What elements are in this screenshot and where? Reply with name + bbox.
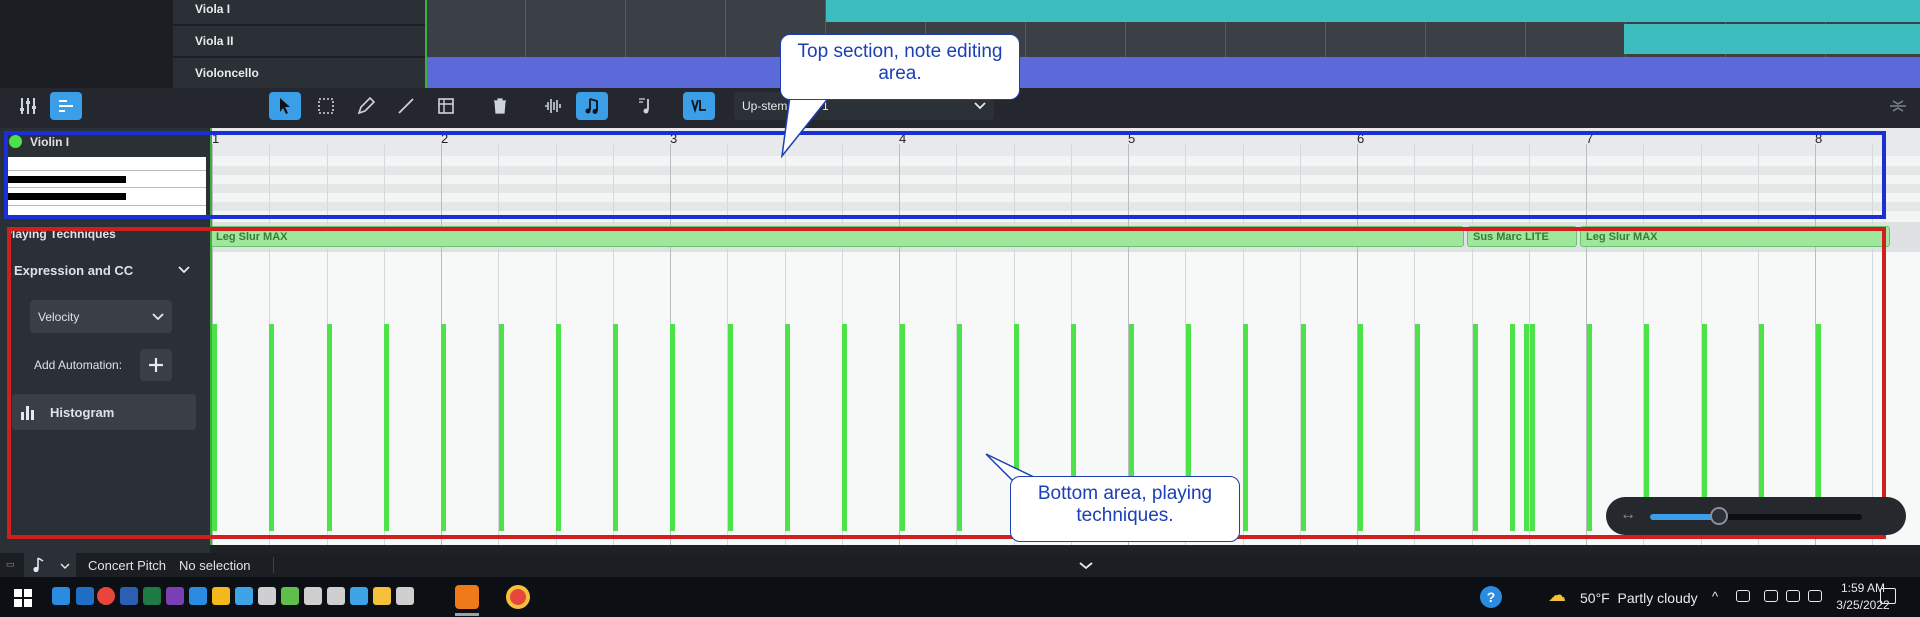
taskbar-app-icon-1[interactable] (52, 587, 70, 605)
notification-icon[interactable] (1880, 588, 1896, 604)
status-bar: ▭ Concert Pitch No selection (0, 553, 1920, 577)
note-area-highlight (4, 131, 1886, 219)
mixer-icon (20, 98, 36, 114)
select-tool-button[interactable] (269, 92, 301, 120)
track-timeline[interactable] (425, 0, 1920, 88)
range-icon (438, 98, 454, 114)
chevron-down-icon[interactable] (1078, 560, 1094, 570)
taskbar-dorico-active-indicator (455, 613, 479, 616)
taskbar-explorer-icon[interactable] (373, 587, 391, 605)
status-mode-icon: ▭ (6, 559, 15, 569)
track-name-violoncello[interactable]: Violoncello (173, 58, 425, 88)
taskbar-app-icon-3[interactable] (281, 587, 299, 605)
zoom-control: ↔ (1606, 497, 1906, 535)
pencil-icon (357, 96, 376, 115)
note-input-icon (639, 98, 649, 114)
taskbar-onedrive-icon[interactable] (189, 587, 207, 605)
clip-viola-1[interactable] (826, 0, 1920, 22)
track-name-viola-1[interactable]: Viola I (173, 0, 425, 24)
note-view-button[interactable] (576, 92, 608, 120)
note-icon (33, 557, 44, 573)
track-overview-gutter (0, 0, 173, 88)
taskbar-app-icon-2[interactable] (258, 587, 276, 605)
tray-chevron-icon[interactable]: ^ (1712, 589, 1718, 604)
taskbar-onenote-icon[interactable] (166, 587, 184, 605)
top-callout: Top section, note editing area. (780, 34, 1020, 100)
taskbar-drive-icon[interactable] (212, 587, 230, 605)
taskbar-outlook-icon[interactable] (76, 587, 94, 605)
taskbar-cloud-icon[interactable] (235, 587, 253, 605)
expand-panel-button[interactable] (1886, 96, 1910, 116)
chevron-down-icon (974, 102, 986, 110)
line-icon (398, 98, 414, 114)
tray-wifi-icon[interactable] (1786, 590, 1800, 602)
marquee-icon (318, 98, 334, 114)
selection-status: No selection (179, 558, 251, 573)
tray-volume-icon[interactable] (1808, 590, 1822, 602)
tray-cloud-icon[interactable] (1736, 590, 1750, 602)
tray-network-icon[interactable] (1764, 590, 1778, 602)
zoom-horizontal-icon: ↔ (1620, 506, 1636, 523)
voice-select-label: Up-stem voice 1 (742, 99, 829, 113)
taskbar-dorico-icon[interactable] (455, 585, 479, 609)
bottom-callout: Bottom area, playing techniques. (1010, 476, 1240, 542)
waveform-icon (545, 99, 561, 113)
range-tool-button[interactable] (430, 92, 462, 120)
taskbar-app-icon-4[interactable] (304, 587, 322, 605)
track-playhead (425, 0, 427, 88)
violin-technique-icon (691, 99, 706, 114)
editor-icon (59, 100, 73, 112)
windows-start-icon[interactable] (14, 589, 32, 607)
help-icon[interactable]: ? (1480, 586, 1502, 608)
marquee-tool-button[interactable] (310, 92, 342, 120)
weather-text[interactable]: 50°F Partly cloudy (1580, 590, 1698, 606)
taskbar-app-icon-6[interactable] (350, 587, 368, 605)
note-input-toggle[interactable] (24, 553, 76, 577)
note-input-button[interactable] (630, 92, 662, 120)
line-tool-button[interactable] (390, 92, 422, 120)
collapse-icon (1890, 100, 1906, 112)
violin-technique-button[interactable] (683, 92, 715, 120)
concert-pitch-status[interactable]: Concert Pitch (88, 558, 166, 573)
taskbar-chrome-icon[interactable] (506, 585, 530, 609)
key-editor-button[interactable] (50, 92, 82, 120)
taskbar-app-icon-7[interactable] (396, 587, 414, 605)
weather-icon: ☁ (1548, 585, 1566, 605)
taskbar-app-icon-5[interactable] (327, 587, 345, 605)
clip-viola-2[interactable] (1624, 24, 1920, 54)
technique-area-highlight (7, 227, 1886, 539)
taskbar-chrome-small-icon[interactable] (97, 587, 115, 605)
audio-view-button[interactable] (537, 92, 569, 120)
draw-tool-button[interactable] (350, 92, 382, 120)
select-arrow-icon (280, 98, 290, 114)
note-icon (585, 98, 598, 114)
mixer-button[interactable] (12, 92, 44, 120)
taskbar-word-icon[interactable] (120, 587, 138, 605)
track-name-viola-2[interactable]: Viola II (173, 26, 425, 56)
chevron-down-icon (60, 563, 70, 569)
trash-icon (494, 98, 506, 114)
zoom-slider-handle[interactable] (1710, 507, 1728, 525)
clip-violoncello[interactable] (425, 57, 1920, 88)
taskbar-excel-icon[interactable] (143, 587, 161, 605)
delete-button[interactable] (484, 92, 516, 120)
zoom-slider-fill (1650, 514, 1718, 520)
